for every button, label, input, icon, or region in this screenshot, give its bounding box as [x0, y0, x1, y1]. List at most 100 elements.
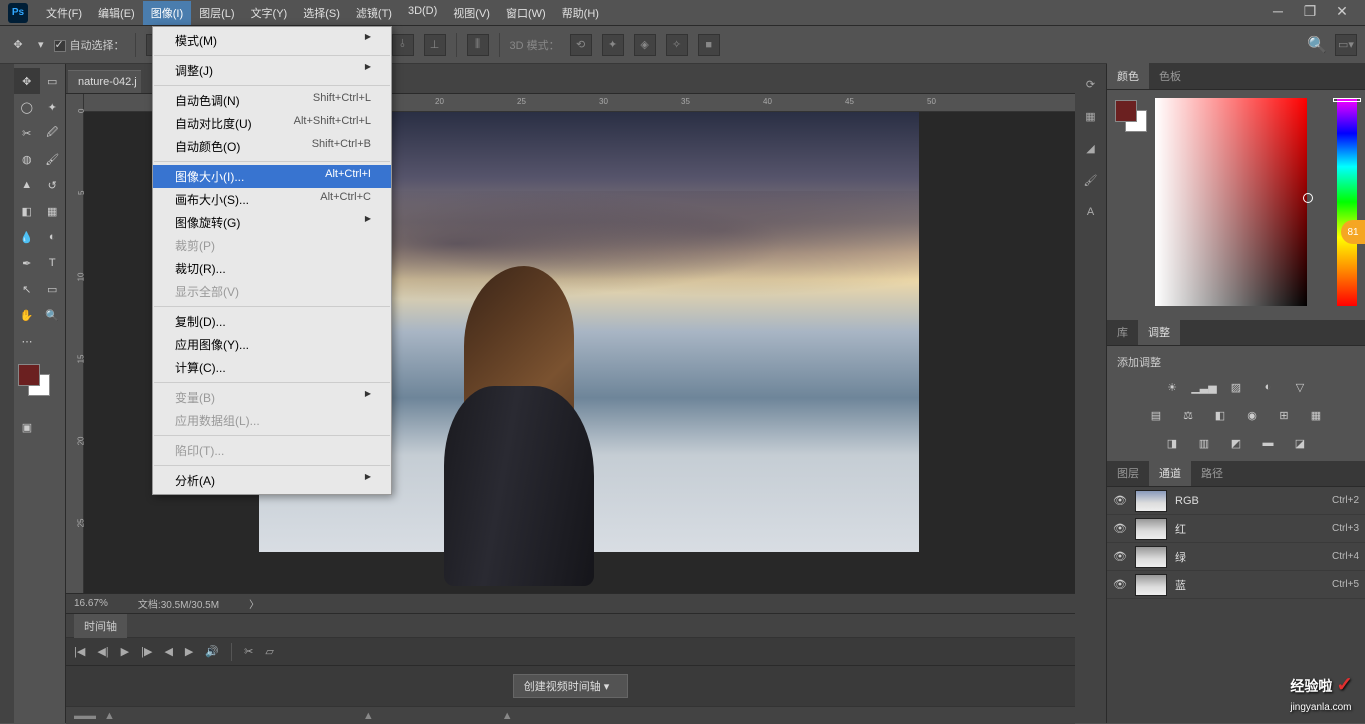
poster-icon[interactable]: ▥ — [1195, 434, 1213, 452]
tab-paths[interactable]: 路径 — [1191, 460, 1233, 486]
history-icon[interactable]: ⟳ — [1081, 74, 1101, 94]
foreground-swatch[interactable] — [18, 364, 40, 386]
marquee-tool[interactable]: ▭ — [40, 68, 66, 94]
cut-icon[interactable]: ✂ — [244, 645, 253, 658]
3d-icon[interactable]: ✧ — [666, 34, 688, 56]
distribute-icon[interactable]: ⫼ — [467, 34, 489, 56]
char-panel-icon[interactable]: A — [1081, 202, 1101, 222]
zoom-tool[interactable]: 🔍 — [40, 302, 66, 328]
color-swatches[interactable] — [18, 364, 61, 404]
blur-tool[interactable]: 💧 — [14, 224, 40, 250]
menu-item[interactable]: 图像大小(I)...Alt+Ctrl+I — [153, 165, 391, 188]
tab-swatches[interactable]: 色板 — [1149, 63, 1191, 89]
invert-icon[interactable]: ◨ — [1163, 434, 1181, 452]
fg-color-swatch[interactable] — [1115, 100, 1137, 122]
menu-5[interactable]: 选择(S) — [295, 1, 348, 25]
brush-preset-icon[interactable]: 🖌 — [1081, 170, 1101, 190]
selective-icon[interactable]: ◪ — [1291, 434, 1309, 452]
menu-2[interactable]: 图像(I) — [143, 1, 191, 25]
stamp-tool[interactable]: ▲ — [14, 172, 40, 198]
channel-row[interactable]: 👁RGBCtrl+2 — [1107, 487, 1365, 515]
history-brush-tool[interactable]: ↺ — [40, 172, 66, 198]
visibility-icon[interactable]: 👁 — [1113, 578, 1127, 592]
menu-item[interactable]: 图像旋转(G) — [153, 211, 391, 234]
next-frame-icon[interactable]: |▶ — [141, 645, 152, 658]
lut-icon[interactable]: ▦ — [1307, 406, 1325, 424]
heal-tool[interactable]: ◍ — [14, 146, 40, 172]
channel-row[interactable]: 👁绿Ctrl+4 — [1107, 543, 1365, 571]
move-tool[interactable]: ✥ — [14, 68, 40, 94]
menu-6[interactable]: 滤镜(T) — [348, 1, 400, 25]
transition-icon[interactable]: ▱ — [265, 645, 273, 658]
wand-tool[interactable]: ✦ — [40, 94, 66, 120]
menu-item[interactable]: 自动色调(N)Shift+Ctrl+L — [153, 89, 391, 112]
tab-libraries[interactable]: 库 — [1107, 319, 1138, 345]
path-tool[interactable]: ↖ — [14, 276, 40, 302]
menu-item[interactable]: 分析(A) — [153, 469, 391, 492]
type-tool[interactable]: T — [40, 250, 66, 276]
properties-icon[interactable]: ▦ — [1081, 106, 1101, 126]
search-icon[interactable]: 🔍 — [1307, 35, 1327, 55]
menu-8[interactable]: 视图(V) — [445, 1, 498, 25]
gradient-tool[interactable]: ▦ — [40, 198, 66, 224]
lasso-tool[interactable]: ◯ — [14, 94, 40, 120]
visibility-icon[interactable]: 👁 — [1113, 550, 1127, 564]
audio-icon[interactable]: 🔊 — [205, 645, 219, 658]
tab-layers[interactable]: 图层 — [1107, 460, 1149, 486]
prev-frame-icon[interactable]: ◀| — [97, 645, 108, 658]
doc-info[interactable]: 文档:30.5M/30.5M — [138, 596, 219, 611]
dodge-tool[interactable]: ◐ — [40, 224, 66, 250]
pen-tool[interactable]: ✒ — [14, 250, 40, 276]
channel-row[interactable]: 👁蓝Ctrl+5 — [1107, 571, 1365, 599]
menu-10[interactable]: 帮助(H) — [554, 1, 607, 25]
hue-slider[interactable] — [1337, 98, 1357, 306]
photo-filter-icon[interactable]: ◉ — [1243, 406, 1261, 424]
timeline-tab[interactable]: 时间轴 — [74, 614, 127, 638]
balance-icon[interactable]: ⚖ — [1179, 406, 1197, 424]
menu-item[interactable]: 自动颜色(O)Shift+Ctrl+B — [153, 135, 391, 158]
tab-color[interactable]: 颜色 — [1107, 63, 1149, 89]
workspace-icon[interactable]: ▭▾ — [1335, 34, 1357, 56]
menu-item[interactable]: 应用图像(Y)... — [153, 333, 391, 356]
menu-1[interactable]: 编辑(E) — [90, 1, 143, 25]
auto-select-checkbox[interactable] — [54, 40, 66, 52]
close-button[interactable]: ✕ — [1335, 6, 1349, 20]
prev-kf-icon[interactable]: ◀ — [164, 645, 172, 658]
document-tab[interactable]: nature-042.j — [68, 70, 141, 93]
menu-0[interactable]: 文件(F) — [38, 1, 90, 25]
tab-adjustments[interactable]: 调整 — [1138, 319, 1180, 345]
menu-item[interactable]: 复制(D)... — [153, 310, 391, 333]
menu-item[interactable]: 裁切(R)... — [153, 257, 391, 280]
brush-panel-icon[interactable]: ◢ — [1081, 138, 1101, 158]
menu-4[interactable]: 文字(Y) — [243, 1, 296, 25]
maximize-button[interactable]: ❐ — [1303, 6, 1317, 20]
hand-tool[interactable]: ✋ — [14, 302, 40, 328]
menu-item[interactable]: 画布大小(S)...Alt+Ctrl+C — [153, 188, 391, 211]
menu-item[interactable]: 模式(M) — [153, 29, 391, 52]
tab-channels[interactable]: 通道 — [1149, 460, 1191, 486]
3d-icon[interactable]: ◈ — [634, 34, 656, 56]
crop-tool[interactable]: ✂ — [14, 120, 40, 146]
bw-icon[interactable]: ◧ — [1211, 406, 1229, 424]
threshold-icon[interactable]: ◩ — [1227, 434, 1245, 452]
gradient-map-icon[interactable]: ▬ — [1259, 434, 1277, 452]
shape-tool[interactable]: ▭ — [40, 276, 66, 302]
levels-icon[interactable]: ▁▃▅ — [1195, 378, 1213, 396]
mixer-icon[interactable]: ⊞ — [1275, 406, 1293, 424]
vibrance-icon[interactable]: ▽ — [1291, 378, 1309, 396]
first-frame-icon[interactable]: |◀ — [74, 645, 85, 658]
3d-icon[interactable]: ⟲ — [570, 34, 592, 56]
minimize-button[interactable]: ─ — [1271, 6, 1285, 20]
menu-7[interactable]: 3D(D) — [400, 1, 445, 25]
3d-icon[interactable]: ■ — [698, 34, 720, 56]
channel-row[interactable]: 👁红Ctrl+3 — [1107, 515, 1365, 543]
visibility-icon[interactable]: 👁 — [1113, 522, 1127, 536]
eyedropper-tool[interactable]: 🖉 — [40, 120, 66, 146]
menu-item[interactable]: 自动对比度(U)Alt+Shift+Ctrl+L — [153, 112, 391, 135]
play-icon[interactable]: ▶ — [121, 645, 129, 658]
brush-tool[interactable]: 🖌 — [40, 146, 66, 172]
menu-3[interactable]: 图层(L) — [191, 1, 242, 25]
brightness-icon[interactable]: ☀ — [1163, 378, 1181, 396]
curves-icon[interactable]: ▨ — [1227, 378, 1245, 396]
eraser-tool[interactable]: ◧ — [14, 198, 40, 224]
